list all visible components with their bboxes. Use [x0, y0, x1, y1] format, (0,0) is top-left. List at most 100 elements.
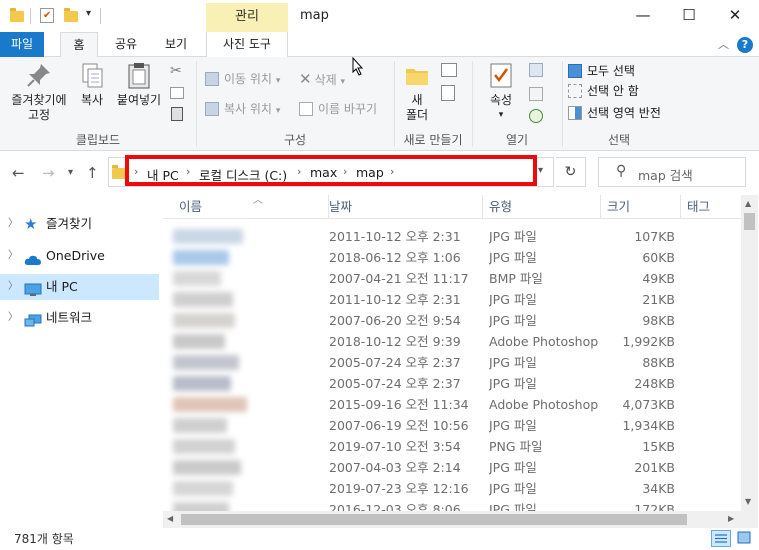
- scroll-right-arrow-icon[interactable]: ▶: [728, 514, 734, 523]
- rename-icon: [299, 102, 313, 116]
- vertical-scroll-thumb[interactable]: [744, 213, 755, 230]
- open-icon[interactable]: [529, 63, 543, 77]
- tab-share[interactable]: 공유: [108, 32, 144, 57]
- column-header-type[interactable]: 유형: [483, 195, 601, 219]
- file-row[interactable]: 2007-04-21 오전 11:17 BMP 파일 49KB: [163, 268, 741, 289]
- file-row[interactable]: 2016-12-03 오후 8:06 JPG 파일 172KB: [163, 499, 741, 511]
- file-row[interactable]: 2018-06-12 오후 1:06 JPG 파일 60KB: [163, 247, 741, 268]
- tab-picture-tools[interactable]: 사진 도구: [206, 32, 288, 57]
- properties-button[interactable]: 속성 ▾: [481, 61, 521, 123]
- divider: [30, 8, 31, 24]
- new-item-icon[interactable]: [441, 63, 457, 77]
- customize-qat-icon[interactable]: ▾: [86, 8, 91, 19]
- select-group-label: 선택: [607, 133, 631, 147]
- help-icon[interactable]: ?: [737, 37, 753, 53]
- large-icons-view-icon[interactable]: [735, 530, 755, 547]
- invert-selection-button[interactable]: 선택 영역 반전: [568, 103, 661, 123]
- nav-item-network[interactable]: 〉 네트워크: [0, 305, 159, 331]
- file-row[interactable]: 2007-06-19 오전 10:56 JPG 파일 1,934KB: [163, 415, 741, 436]
- edit-icon[interactable]: [529, 87, 543, 101]
- file-size: 172KB: [634, 502, 675, 511]
- details-view-icon[interactable]: [711, 530, 731, 547]
- new-folder-quick-icon[interactable]: [64, 8, 78, 22]
- collapse-ribbon-icon[interactable]: ︿: [718, 36, 729, 52]
- up-arrow-icon[interactable]: ↑: [86, 164, 99, 182]
- pin-to-quick-access-button[interactable]: 즐겨찾기에 고정: [6, 61, 72, 123]
- refresh-icon: ↻: [564, 164, 577, 180]
- horizontal-scroll-thumb[interactable]: [181, 514, 687, 525]
- back-arrow-icon[interactable]: ←: [12, 164, 25, 182]
- select-all-button[interactable]: 모두 선택: [568, 61, 635, 81]
- manage-contextual-tab[interactable]: 관리: [206, 3, 288, 32]
- address-dropdown-icon[interactable]: ▾: [538, 165, 543, 176]
- maximize-button[interactable]: ☐: [666, 0, 712, 32]
- cut-icon[interactable]: ✂: [170, 63, 182, 79]
- list-header: 이름 ︿ 날짜 유형 크기 태그: [163, 195, 741, 219]
- nav-item-this-pc[interactable]: 〉 내 PC: [0, 274, 159, 300]
- file-row[interactable]: 2019-07-23 오후 12:16 JPG 파일 34KB: [163, 478, 741, 499]
- pin-label: 즐겨찾기에 고정: [11, 93, 67, 122]
- paste-button[interactable]: 붙여넣기: [112, 61, 166, 108]
- scroll-down-arrow-icon[interactable]: ▼: [745, 497, 751, 506]
- file-row[interactable]: 2011-10-12 오후 2:31 JPG 파일 21KB: [163, 289, 741, 310]
- new-folder-label: 새 폴더: [405, 93, 429, 122]
- refresh-button[interactable]: ↻: [556, 157, 586, 187]
- file-list: 이름 ︿ 날짜 유형 크기 태그 2011-10-12 오후 2:31 JPG 파…: [163, 195, 741, 511]
- file-size: 60KB: [642, 250, 675, 265]
- recent-locations-icon[interactable]: ▾: [68, 167, 73, 178]
- file-row[interactable]: 2005-07-24 오후 2:37 JPG 파일 248KB: [163, 373, 741, 394]
- rename-button[interactable]: 이름 바꾸기: [299, 99, 377, 119]
- expand-chevron-icon[interactable]: 〉: [8, 274, 18, 300]
- file-size: 248KB: [634, 376, 675, 391]
- copy-path-icon[interactable]: [170, 87, 184, 99]
- file-date: 2018-10-12 오전 9:39: [329, 334, 461, 349]
- file-row[interactable]: 2005-07-24 오후 2:37 JPG 파일 88KB: [163, 352, 741, 373]
- column-header-date[interactable]: 날짜: [323, 195, 483, 219]
- file-row[interactable]: 2007-04-03 오후 2:14 JPG 파일 201KB: [163, 457, 741, 478]
- close-button[interactable]: ✕: [712, 0, 758, 32]
- forward-arrow-icon[interactable]: →: [42, 164, 55, 182]
- tab-view[interactable]: 보기: [158, 32, 194, 57]
- file-row[interactable]: 2015-09-16 오전 11:34 Adobe Photoshop... 4,0…: [163, 394, 741, 415]
- new-folder-button[interactable]: 새 폴더: [399, 61, 435, 123]
- vertical-scrollbar[interactable]: [741, 195, 758, 511]
- file-row[interactable]: 2019-07-10 오전 3:54 PNG 파일 15KB: [163, 436, 741, 457]
- properties-quick-icon[interactable]: ✔: [40, 8, 54, 23]
- tab-home[interactable]: 홈: [60, 32, 98, 58]
- properties-label: 속성: [489, 93, 513, 107]
- delete-button[interactable]: ✕ 삭제 ▾: [299, 69, 345, 89]
- expand-chevron-icon[interactable]: 〉: [8, 243, 18, 269]
- network-icon: [24, 311, 42, 327]
- file-size: 201KB: [634, 460, 675, 475]
- paste-label: 붙여넣기: [116, 93, 162, 107]
- copy-button[interactable]: 복사: [74, 61, 110, 108]
- file-name-thumbnail: [173, 271, 221, 286]
- expand-chevron-icon[interactable]: 〉: [8, 305, 18, 331]
- easy-access-icon[interactable]: [441, 85, 455, 101]
- move-to-button[interactable]: 이동 위치 ▾: [205, 69, 280, 89]
- select-none-icon: [568, 84, 582, 98]
- nav-item-onedrive[interactable]: 〉 OneDrive: [0, 243, 159, 269]
- column-header-size[interactable]: 크기: [601, 195, 681, 219]
- file-row[interactable]: 2018-10-12 오전 9:39 Adobe Photoshop... 1,99…: [163, 331, 741, 352]
- column-header-tags[interactable]: 태그: [681, 195, 741, 219]
- file-row[interactable]: 2007-06-20 오전 9:54 JPG 파일 98KB: [163, 310, 741, 331]
- file-row[interactable]: 2011-10-12 오후 2:31 JPG 파일 107KB: [163, 226, 741, 247]
- tab-file[interactable]: 파일: [0, 32, 44, 57]
- copy-to-button[interactable]: 복사 위치 ▾: [205, 99, 280, 119]
- history-icon[interactable]: [529, 109, 543, 123]
- paste-shortcut-icon[interactable]: [171, 107, 183, 121]
- file-size: 49KB: [642, 271, 675, 286]
- expand-chevron-icon[interactable]: 〉: [8, 211, 18, 237]
- file-type: JPG 파일: [489, 502, 537, 511]
- select-none-button[interactable]: 선택 안 함: [568, 81, 639, 101]
- scroll-up-arrow-icon[interactable]: ▲: [745, 199, 751, 208]
- column-header-name[interactable]: 이름 ︿: [173, 195, 329, 219]
- file-name-thumbnail: [173, 439, 235, 454]
- search-input[interactable]: map 검색: [638, 165, 693, 184]
- nav-item-quick-access[interactable]: 〉 ★ 즐겨찾기: [0, 211, 159, 237]
- file-name-thumbnail: [173, 502, 229, 511]
- scroll-left-arrow-icon[interactable]: ◀: [167, 514, 173, 523]
- minimize-button[interactable]: —: [620, 0, 666, 32]
- file-date: 2011-10-12 오후 2:31: [329, 292, 461, 307]
